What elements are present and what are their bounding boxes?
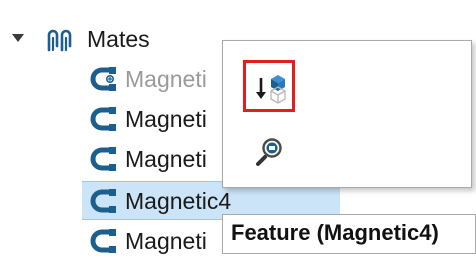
magnetic-mate-icon — [90, 107, 116, 131]
magnetic-mate-icon — [90, 67, 116, 91]
tree-row-label: Magneti — [125, 66, 207, 92]
tooltip-text: Feature (Magnetic4) — [231, 220, 439, 245]
collapse-arrow-icon[interactable] — [12, 34, 24, 42]
feature-tooltip: Feature (Magnetic4) — [222, 214, 476, 254]
context-toolbar — [222, 40, 472, 188]
tree-row-label: Magneti — [125, 228, 207, 254]
zoom-to-selection-button[interactable] — [243, 126, 295, 178]
mates-folder-icon — [47, 29, 72, 52]
magnetic-mate-icon — [90, 189, 116, 213]
tree-row-label: Magneti — [125, 106, 207, 132]
move-to-folder-icon — [256, 75, 286, 104]
magnetic-mate-icon — [90, 147, 116, 171]
tree-row-label: Mates — [87, 26, 150, 52]
magnetic-mate-icon — [90, 229, 116, 253]
move-to-folder-button[interactable] — [243, 60, 295, 112]
tree-row-label: Magneti — [125, 146, 207, 172]
tree-row-label: Magnetic4 — [125, 188, 232, 214]
zoom-to-selection-icon — [256, 138, 282, 166]
